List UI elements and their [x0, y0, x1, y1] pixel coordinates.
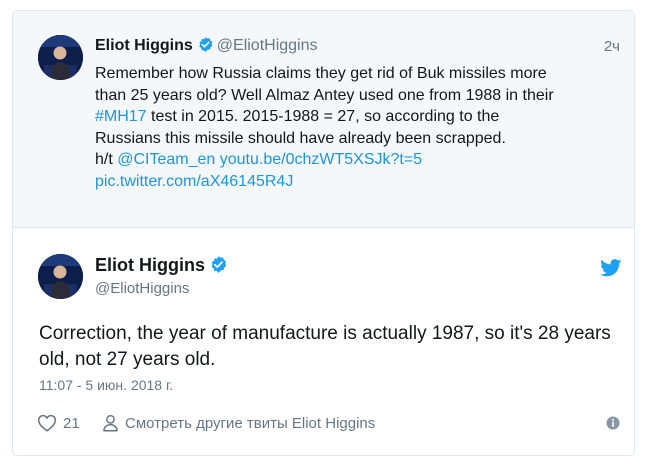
quoted-text-line-3-rest: test in 2015. 2015-1988 = 27, so accordi… — [146, 108, 500, 125]
quoted-text-line-3: #MH17 test in 2015. 2015-1988 = 27, so a… — [95, 106, 565, 128]
person-icon — [102, 414, 119, 432]
see-more-label: Смотреть другие твиты Eliot Higgins — [125, 414, 376, 432]
likes-count: 21 — [63, 414, 80, 432]
quoted-text-line-2: than 25 years old? Well Almaz Antey used… — [95, 86, 554, 104]
main-author-avatar[interactable] — [38, 254, 83, 299]
quoted-text-line-4: Russians this missile should have alread… — [95, 129, 506, 147]
quoted-tweet-time[interactable]: 2ч — [604, 38, 620, 55]
main-author-name-row[interactable]: Eliot Higgins — [95, 255, 231, 279]
tweet-actions: 21 Смотреть другие твиты Eliot Higgins — [37, 414, 620, 436]
main-author-handle[interactable]: @EliotHiggins — [95, 280, 189, 297]
quoted-author-name[interactable]: Eliot Higgins — [95, 37, 193, 54]
twitter-bird-icon[interactable] — [600, 259, 622, 282]
quoted-tweet[interactable]: Eliot Higgins @EliotHiggins 2ч Remember h… — [13, 11, 634, 228]
quoted-tweet-header: Eliot Higgins @EliotHiggins — [95, 36, 622, 60]
main-tweet-timestamp[interactable]: 11:07 - 5 июн. 2018 г. — [39, 377, 173, 393]
see-more-tweets-link[interactable]: Смотреть другие твиты Eliot Higgins — [102, 414, 375, 432]
quoted-author-handle[interactable]: @EliotHiggins — [217, 37, 318, 54]
main-tweet-text: Correction, the year of manufacture is a… — [39, 323, 611, 370]
quoted-text-line-5: h/t @CITeam_en youtu.be/0chzWT5XSJk?t=5 — [95, 149, 565, 171]
embedded-tweet-card: Eliot Higgins @EliotHiggins 2ч Remember h… — [12, 10, 635, 456]
youtube-link[interactable]: youtu.be/0chzWT5XSJk?t=5 — [215, 151, 422, 168]
quoted-text-line-1: Remember how Russia claims they get rid … — [95, 65, 547, 82]
heart-icon — [37, 414, 57, 432]
mention-link[interactable]: @CITeam_en — [117, 151, 215, 168]
verified-badge-icon — [209, 255, 228, 279]
main-author-name[interactable]: Eliot Higgins — [95, 255, 205, 275]
quoted-text-line-6: pic.twitter.com/aX46145R4J — [95, 171, 565, 193]
verified-badge-icon — [197, 36, 214, 58]
like-button[interactable]: 21 — [37, 414, 80, 432]
quoted-author-avatar[interactable] — [38, 35, 83, 80]
info-icon[interactable] — [606, 416, 620, 434]
ht-prefix: h/t — [95, 151, 118, 168]
quoted-tweet-text: Remember how Russia claims they get rid … — [95, 63, 565, 192]
hashtag-link[interactable]: #MH17 — [95, 108, 147, 125]
pic-link[interactable]: pic.twitter.com/aX46145R4J — [95, 173, 293, 190]
